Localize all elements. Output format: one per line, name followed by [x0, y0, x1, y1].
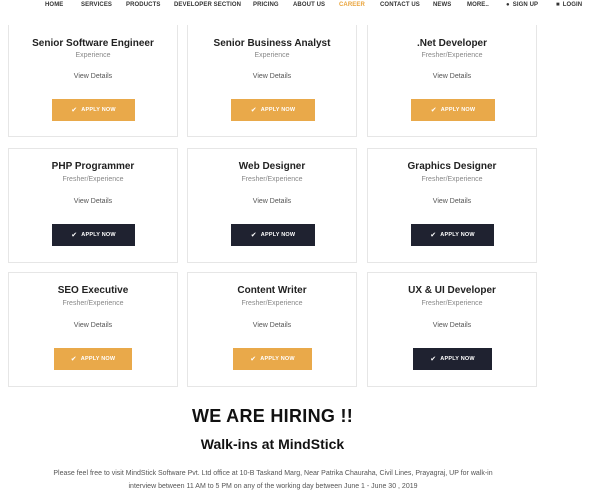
job-card-graphics-designer: Graphics Designer Fresher/Experience Vie…	[367, 148, 537, 263]
signup-label: SIGN UP	[512, 2, 539, 8]
apply-now-label: APPLY NOW	[260, 107, 296, 113]
nav-products[interactable]: PRODUCTS	[126, 2, 160, 8]
job-card-seo-executive: SEO Executive Fresher/Experience View De…	[8, 272, 178, 387]
walkin-line-2: interview between 11 AM to 5 PM on any o…	[128, 483, 418, 490]
nav-contact-us[interactable]: CONTACT US	[380, 2, 420, 8]
job-card-senior-software-engineer: Senior Software Engineer Experience View…	[8, 25, 178, 137]
apply-now-label: APPLY NOW	[440, 107, 476, 113]
top-nav: HOME SERVICES PRODUCTS DEVELOPER SECTION…	[0, 0, 600, 14]
job-experience: Experience	[254, 52, 290, 59]
nav-home[interactable]: HOME	[45, 2, 63, 8]
job-experience: Fresher/Experience	[62, 300, 124, 307]
job-card-web-designer: Web Designer Fresher/Experience View Det…	[187, 148, 357, 263]
nav-news[interactable]: NEWS	[433, 2, 451, 8]
job-title: .Net Developer	[416, 38, 488, 49]
apply-now-button[interactable]: ✔ APPLY NOW	[413, 348, 492, 370]
job-card-ux-ui-developer: UX & UI Developer Fresher/Experience Vie…	[367, 272, 537, 387]
view-details-link[interactable]: View Details	[368, 322, 536, 329]
job-title: UX & UI Developer	[408, 285, 496, 296]
lock-icon: ■	[556, 2, 560, 8]
nav-services[interactable]: SERVICES	[81, 2, 112, 8]
apply-now-label: APPLY NOW	[260, 356, 295, 362]
walkin-line-1: Please feel free to visit MindStick Soft…	[53, 470, 493, 477]
job-card-php-programmer: PHP Programmer Fresher/Experience View D…	[8, 148, 178, 263]
walkins-subheading: Walk-ins at MindStick	[200, 436, 345, 452]
walkin-description: Please feel free to visit MindStick Soft…	[18, 467, 528, 493]
apply-now-label: APPLY NOW	[80, 356, 116, 362]
job-title: Graphics Designer	[407, 161, 497, 172]
nav-login[interactable]: ■ LOGIN	[556, 2, 582, 8]
nav-about-us[interactable]: ABOUT US	[293, 2, 325, 8]
job-card-content-writer: Content Writer Fresher/Experience View D…	[187, 272, 357, 387]
apply-now-button[interactable]: ✔ APPLY NOW	[54, 348, 132, 370]
apply-now-button[interactable]: ✔ APPLY NOW	[52, 224, 135, 246]
check-icon: ✔	[250, 107, 257, 114]
job-experience: Fresher/Experience	[241, 300, 303, 307]
nav-pricing[interactable]: PRICING	[253, 2, 279, 8]
apply-now-label: APPLY NOW	[440, 356, 475, 362]
check-icon: ✔	[430, 232, 437, 239]
job-experience: Fresher/Experience	[241, 176, 303, 183]
check-icon: ✔	[250, 356, 257, 363]
apply-now-label: APPLY NOW	[440, 232, 475, 238]
job-experience: Experience	[75, 52, 111, 59]
apply-now-label: APPLY NOW	[260, 232, 296, 238]
apply-now-button[interactable]: ✔ APPLY NOW	[411, 99, 495, 121]
view-details-link[interactable]: View Details	[368, 73, 536, 80]
view-details-link[interactable]: View Details	[368, 198, 536, 205]
apply-now-button[interactable]: ✔ APPLY NOW	[411, 224, 494, 246]
job-experience: Fresher/Experience	[421, 52, 483, 59]
job-title: Web Designer	[238, 161, 306, 172]
check-icon: ✔	[430, 356, 437, 363]
nav-signup[interactable]: ● SIGN UP	[506, 2, 538, 8]
nav-developer-section[interactable]: DEVELOPER SECTION	[174, 2, 241, 8]
apply-now-button[interactable]: ✔ APPLY NOW	[233, 348, 312, 370]
view-details-link[interactable]: View Details	[9, 322, 177, 329]
job-experience: Fresher/Experience	[62, 176, 124, 183]
nav-career[interactable]: CAREER	[339, 2, 365, 8]
login-label: LOGIN	[562, 2, 583, 8]
job-card-senior-business-analyst: Senior Business Analyst Experience View …	[187, 25, 357, 137]
hiring-heading: WE ARE HIRING !!	[191, 406, 354, 426]
job-title: Senior Business Analyst	[213, 38, 331, 49]
apply-now-button[interactable]: ✔ APPLY NOW	[231, 224, 315, 246]
check-icon: ✔	[430, 107, 437, 114]
job-title: PHP Programmer	[51, 161, 135, 172]
check-icon: ✔	[250, 232, 257, 239]
job-experience: Fresher/Experience	[421, 300, 483, 307]
check-icon: ✔	[70, 356, 77, 363]
apply-now-button[interactable]: ✔ APPLY NOW	[52, 99, 135, 121]
apply-now-label: APPLY NOW	[81, 107, 116, 113]
check-icon: ✔	[71, 232, 78, 239]
job-card-net-developer: .Net Developer Fresher/Experience View D…	[367, 25, 537, 137]
view-details-link[interactable]: View Details	[188, 73, 356, 80]
view-details-link[interactable]: View Details	[9, 73, 177, 80]
view-details-link[interactable]: View Details	[188, 322, 356, 329]
user-icon: ●	[506, 2, 510, 8]
job-title: Senior Software Engineer	[32, 38, 154, 49]
view-details-link[interactable]: View Details	[188, 198, 356, 205]
apply-now-button[interactable]: ✔ APPLY NOW	[231, 99, 315, 121]
job-experience: Fresher/Experience	[421, 176, 483, 183]
job-title: SEO Executive	[57, 285, 129, 296]
nav-more[interactable]: MORE..	[467, 2, 489, 8]
view-details-link[interactable]: View Details	[9, 198, 177, 205]
apply-now-label: APPLY NOW	[81, 232, 116, 238]
check-icon: ✔	[71, 107, 78, 114]
job-title: Content Writer	[237, 285, 307, 296]
